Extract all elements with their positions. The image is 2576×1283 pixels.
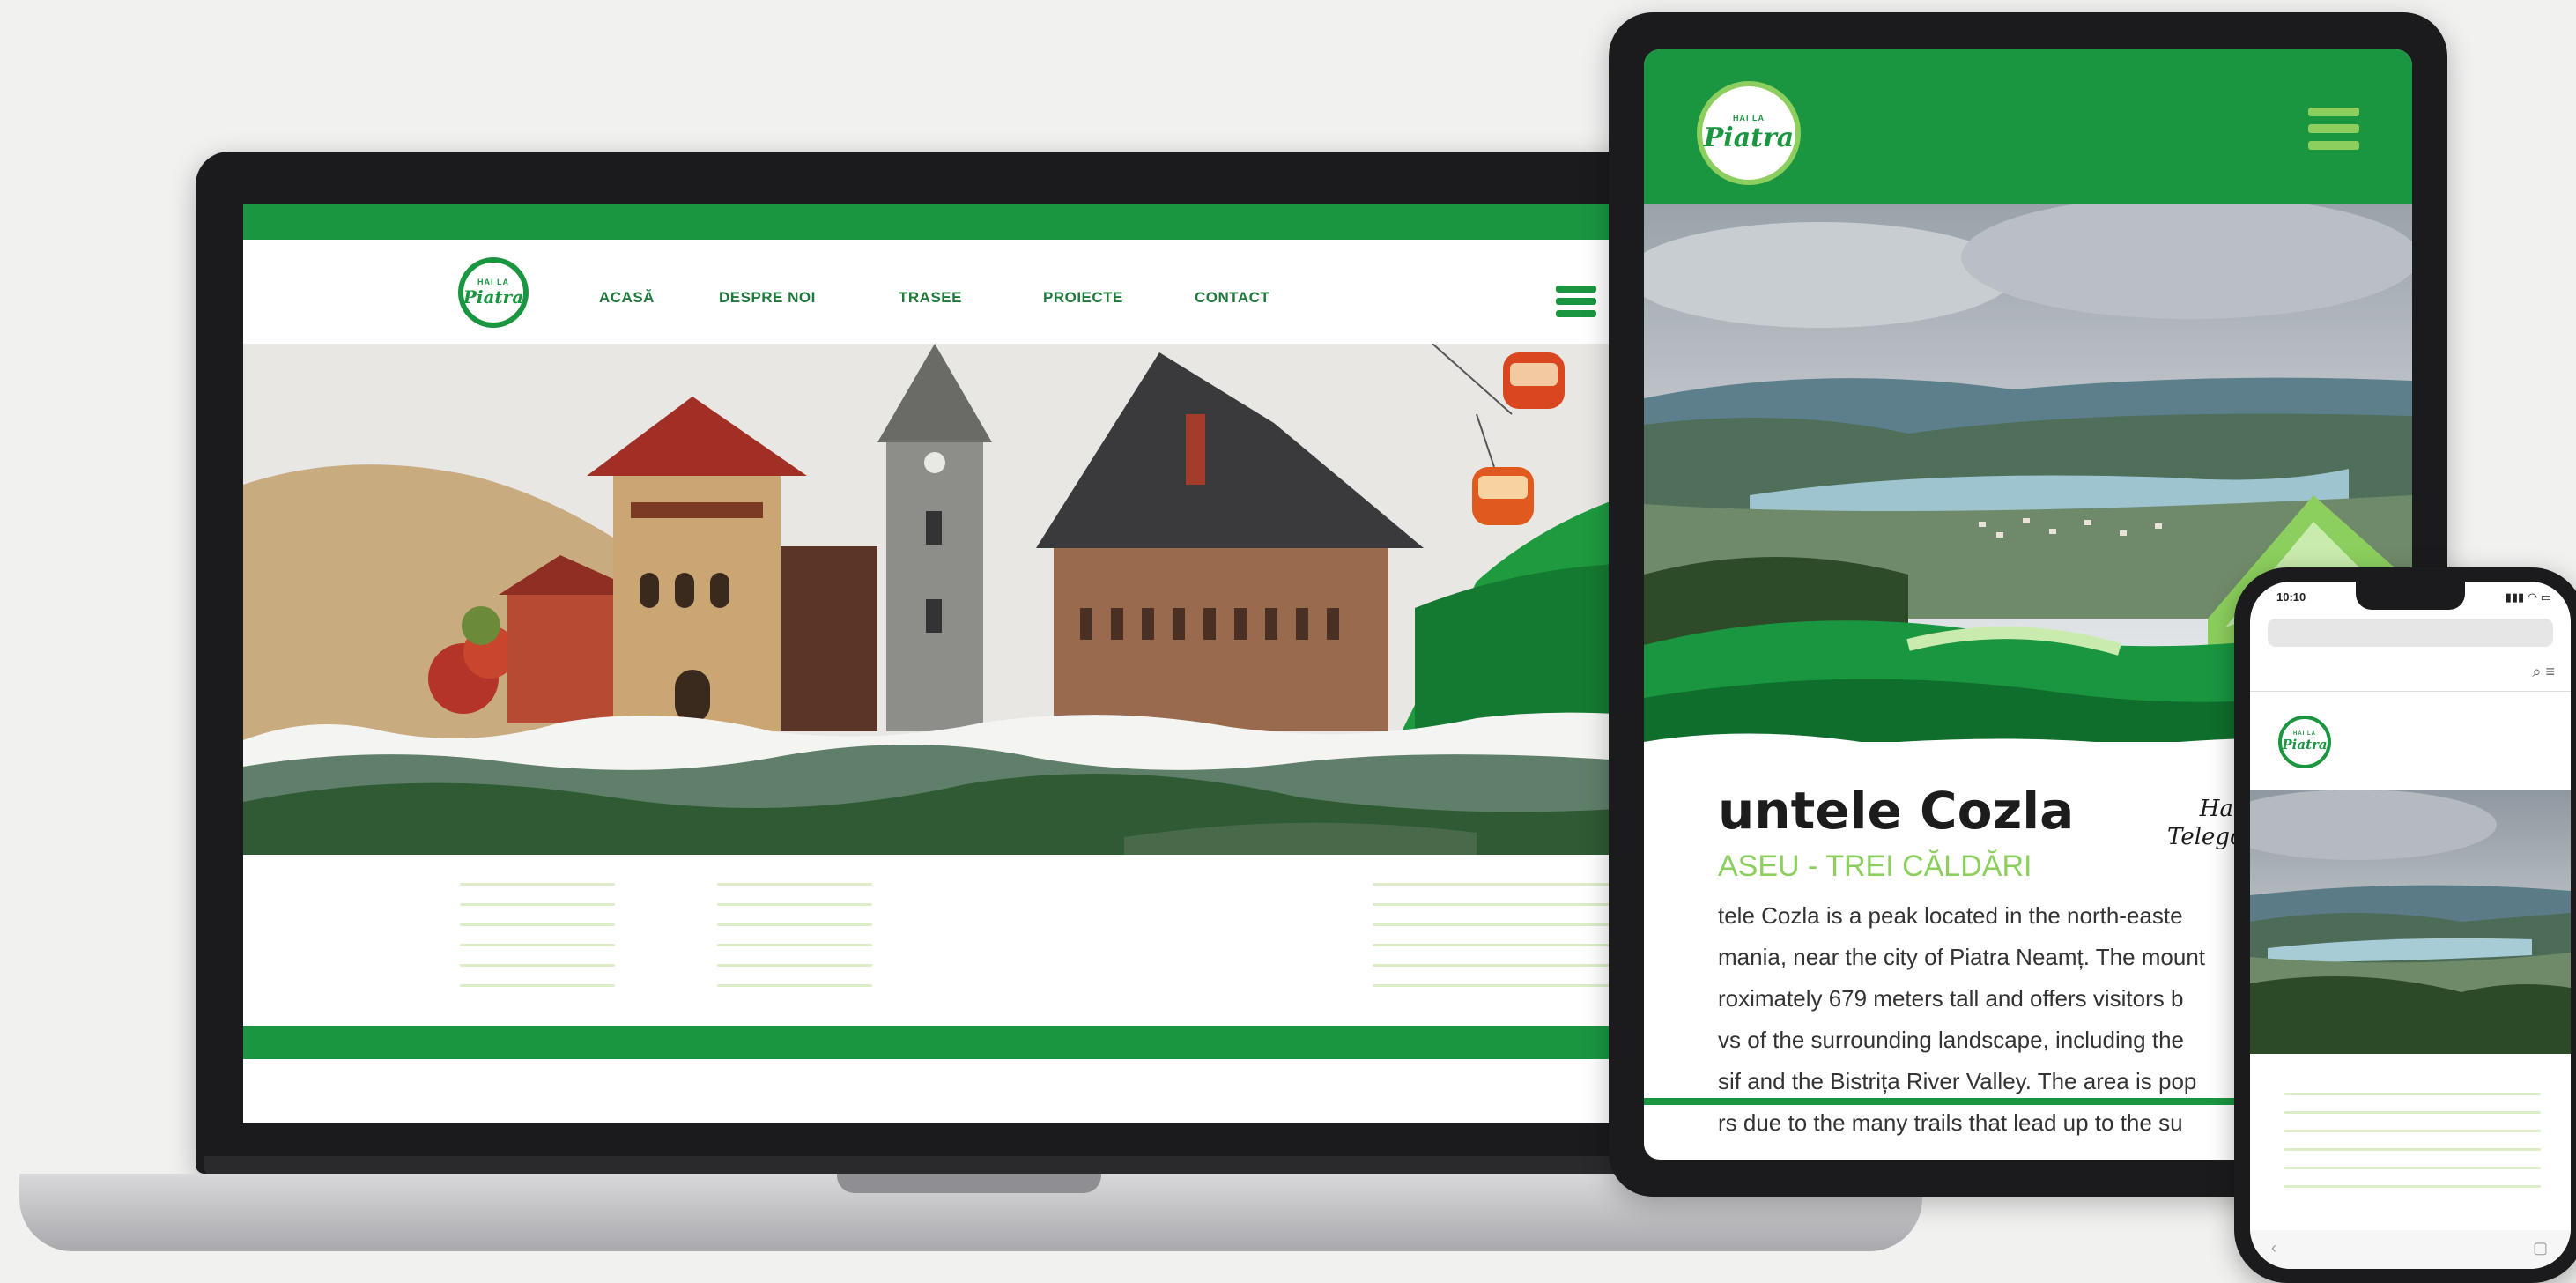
- phone-status-icons: ▮▮▮ ◠ ▭: [2505, 590, 2551, 604]
- laptop-screen: HAI LA Piatra ACASĂ DESPRE NOI TRASEE PR…: [243, 204, 1702, 1123]
- phone-landscape-photo: [2250, 790, 2571, 1054]
- tabs-icon[interactable]: ▢: [2533, 1239, 2548, 1257]
- nav-acasa[interactable]: ACASĂ: [599, 289, 655, 307]
- nav-contact[interactable]: CONTACT: [1195, 289, 1269, 307]
- logo-small-text: HAI LA: [477, 278, 509, 286]
- phone-address-bar[interactable]: [2268, 619, 2553, 647]
- tablet-page-subtitle: ASEU - TREI CĂLDĂRI: [1718, 849, 2032, 883]
- logo-small-text: HAI LA: [1733, 113, 1765, 122]
- laptop-top-green-bar: [243, 204, 1702, 240]
- menu-icon[interactable]: ≡: [2545, 663, 2555, 680]
- laptop-menu-icon[interactable]: [1556, 286, 1596, 321]
- laptop-base-notch: [837, 1174, 1101, 1193]
- landscape-illustration: [2250, 790, 2571, 1054]
- phone-header-divider: [2250, 691, 2571, 692]
- phone-screen: 10:10 ▮▮▮ ◠ ▭ ⌕ ≡ HAI LA Piatra ‹ ▢: [2250, 582, 2571, 1269]
- laptop-logo[interactable]: HAI LA Piatra: [458, 257, 529, 328]
- laptop-text-placeholder-2: [717, 883, 872, 1005]
- logo-big-text: Piatra: [2282, 737, 2328, 753]
- laptop-text-placeholder-1: [460, 883, 615, 1005]
- tablet-logo[interactable]: HAI LA Piatra: [1697, 81, 1801, 185]
- back-icon[interactable]: ‹: [2271, 1239, 2276, 1257]
- tablet-header: HAI LA Piatra: [1644, 49, 2412, 204]
- nav-despre-noi[interactable]: DESPRE NOI: [719, 289, 816, 307]
- laptop-hinge: [204, 1156, 1739, 1175]
- laptop-hero-collage: [243, 344, 1702, 855]
- laptop-text-placeholder-3: [1373, 883, 1619, 1005]
- logo-big-text: Piatra: [463, 286, 524, 308]
- phone-notch: [2356, 582, 2465, 610]
- phone-browser-bottom-bar: ‹ ▢: [2250, 1230, 2571, 1269]
- search-icon[interactable]: ⌕: [2532, 663, 2541, 680]
- hero-collage-illustration: [243, 344, 1702, 855]
- phone-status-time: 10:10: [2276, 590, 2306, 604]
- phone-toolbar: ⌕ ≡: [2532, 663, 2555, 681]
- nav-trasee[interactable]: TRASEE: [899, 289, 962, 307]
- nav-proiecte[interactable]: PROIECTE: [1043, 289, 1123, 307]
- tablet-page-title: untele Cozla: [1718, 781, 2075, 841]
- phone-logo[interactable]: HAI LA Piatra: [2278, 716, 2331, 768]
- logo-big-text: Piatra: [1703, 122, 1795, 153]
- tablet-menu-icon[interactable]: [2308, 108, 2359, 157]
- laptop-footer-green-bar: [243, 1026, 1702, 1059]
- laptop-navbar: HAI LA Piatra ACASĂ DESPRE NOI TRASEE PR…: [243, 240, 1702, 344]
- phone-text-placeholder: [2284, 1093, 2541, 1204]
